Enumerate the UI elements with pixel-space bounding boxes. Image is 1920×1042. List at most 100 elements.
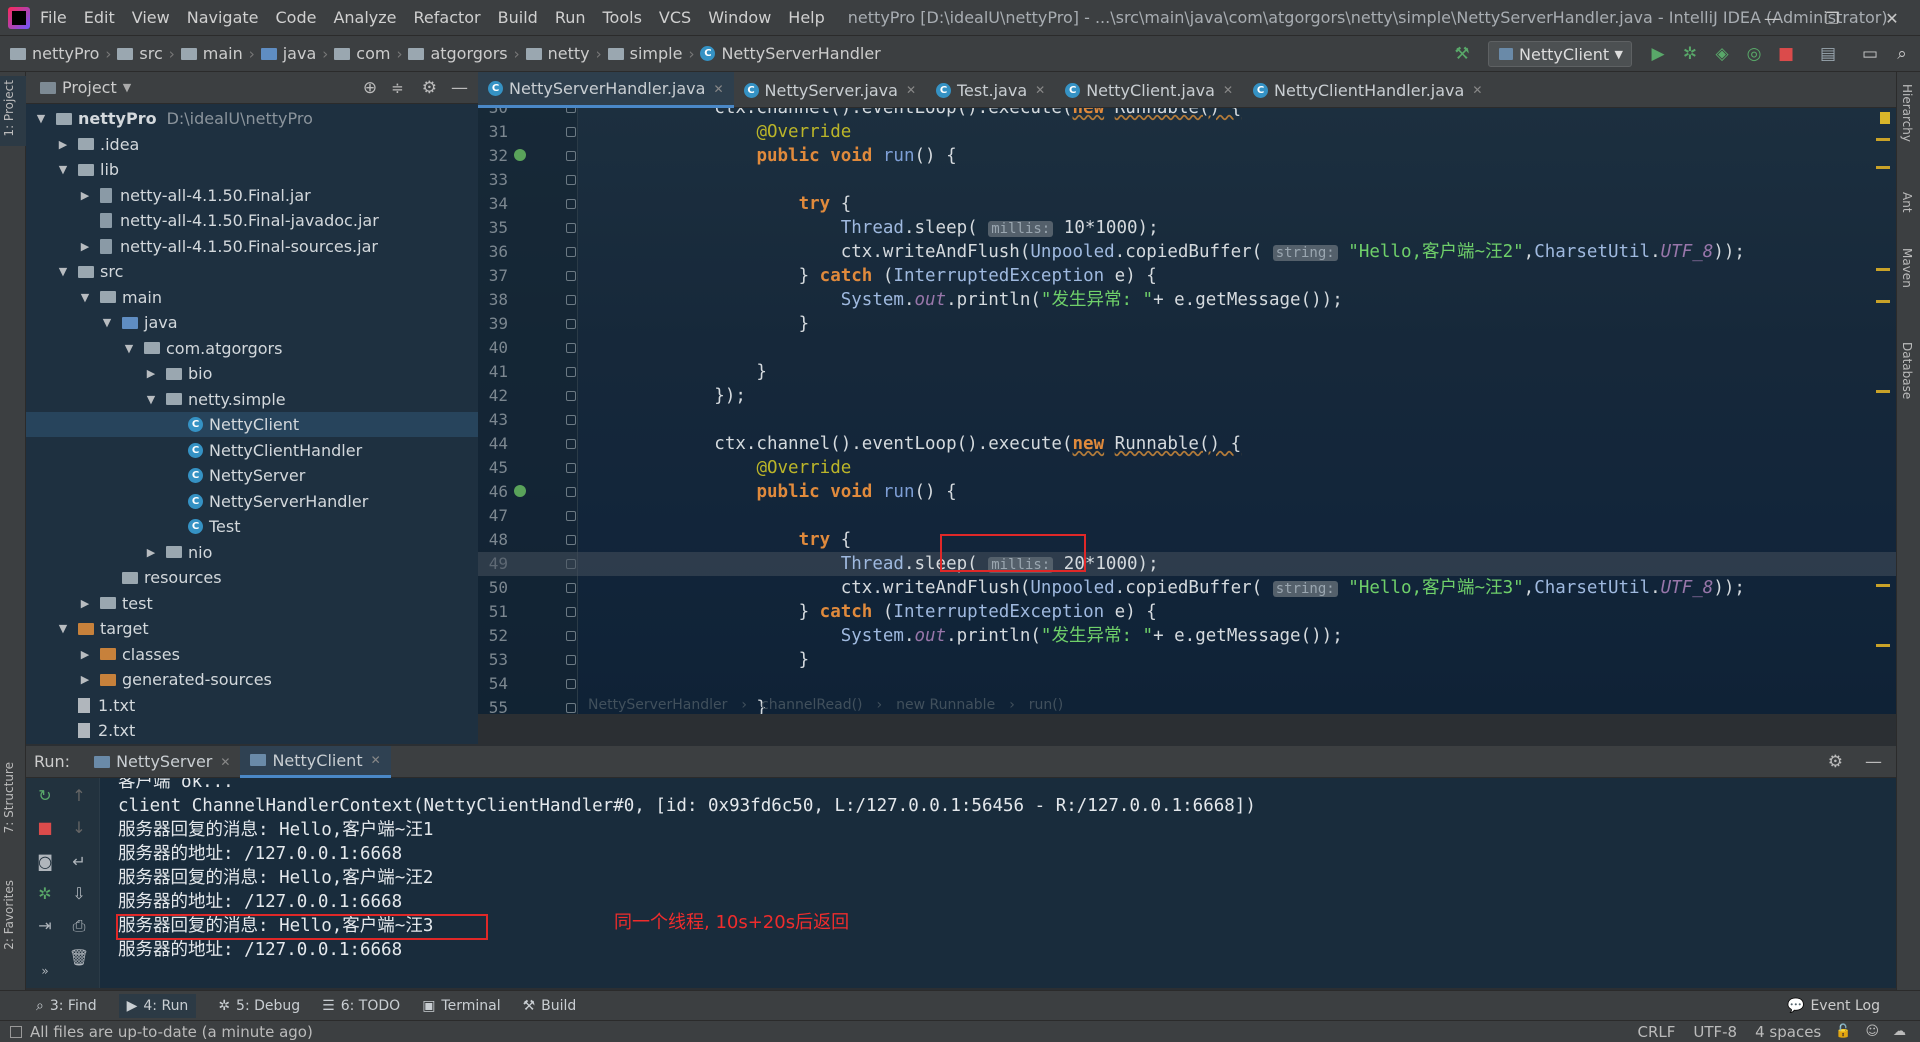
tree-item-lib[interactable]: ▼ lib: [26, 157, 478, 182]
profile-icon[interactable]: ◎: [1744, 44, 1764, 64]
menu-analyze[interactable]: Analyze: [333, 8, 396, 27]
tree-item-netty-all-4-1-50-final-sources-jar[interactable]: ▶ netty-all-4.1.50.Final-sources.jar: [26, 234, 478, 259]
code-line[interactable]: ctx.writeAndFlush(Unpooled.copiedBuffer(…: [478, 576, 1896, 600]
breadcrumb-item[interactable]: netty: [525, 44, 590, 63]
menu-vcs[interactable]: VCS: [659, 8, 691, 27]
warning-stripe-icon[interactable]: [1880, 112, 1890, 124]
hide-panel-icon[interactable]: —: [1865, 752, 1882, 772]
tree-item-nettypro[interactable]: ▼ nettyPro D:\idealU\nettyPro: [26, 106, 478, 131]
tree-item-nettyclienthandler[interactable]: C NettyClientHandler: [26, 438, 478, 463]
tree-item-classes[interactable]: ▶ classes: [26, 642, 478, 667]
collapse-arrow-icon[interactable]: ▶: [56, 138, 70, 151]
tool-build[interactable]: ⚒ Build: [523, 998, 577, 1014]
code-line[interactable]: Thread.sleep( millis: 10*1000);: [478, 216, 1896, 240]
code-line[interactable]: [478, 408, 1896, 432]
tree-item-src[interactable]: ▼ src: [26, 259, 478, 284]
tree-item-netty-simple[interactable]: ▼ netty.simple: [26, 387, 478, 412]
tab-test[interactable]: C Test.java ✕: [926, 72, 1055, 108]
coverage-icon[interactable]: ◈: [1712, 44, 1732, 64]
indent-setting[interactable]: 4 spaces: [1755, 1023, 1821, 1041]
gear-icon[interactable]: ⚙: [1828, 752, 1843, 772]
code-line[interactable]: @Override: [478, 120, 1896, 144]
tree-item-nettyserverhandler[interactable]: C NettyServerHandler: [26, 489, 478, 514]
camera-icon[interactable]: ◙: [34, 852, 56, 874]
menu-build[interactable]: Build: [498, 8, 538, 27]
code-line[interactable]: public void run() {: [478, 144, 1896, 168]
tree-item-test[interactable]: C Test: [26, 514, 478, 539]
code-line[interactable]: } catch (InterruptedException e) {: [478, 600, 1896, 624]
menu-edit[interactable]: Edit: [84, 8, 115, 27]
close-window-button[interactable]: ✕: [1866, 0, 1918, 36]
breadcrumb-item[interactable]: atgorgors: [408, 44, 508, 63]
code-line[interactable]: public void run() {: [478, 480, 1896, 504]
project-structure-icon[interactable]: ▤: [1818, 44, 1838, 64]
close-tab-icon[interactable]: ✕: [1223, 83, 1233, 97]
console-output[interactable]: ↻ ↑ ■ ↓ ◙ ↵ ✲ ⇩ ⇥ ⎙ 🗑 » 客户端 ok... client …: [26, 778, 1896, 988]
code-line[interactable]: }: [478, 648, 1896, 672]
lock-icon[interactable]: 🔓: [1835, 1024, 1851, 1039]
menu-run[interactable]: Run: [555, 8, 586, 27]
tree-item-2-txt[interactable]: 2.txt: [26, 718, 478, 743]
editor-breadcrumb-item[interactable]: NettyServerHandler: [588, 697, 727, 713]
menu-window[interactable]: Window: [708, 8, 771, 27]
expand-arrow-icon[interactable]: ▼: [56, 265, 70, 278]
tree-item--idea[interactable]: ▶ .idea: [26, 132, 478, 157]
collapse-arrow-icon[interactable]: ▶: [78, 648, 92, 661]
project-tool-label[interactable]: 1: Project: [2, 80, 16, 137]
run-tab-nettyclient[interactable]: NettyClient ✕: [240, 745, 391, 778]
editor-breadcrumb-item[interactable]: channelRead(): [761, 697, 863, 713]
maven-tool-label[interactable]: Maven: [1900, 248, 1914, 288]
expand-arrow-icon[interactable]: ▼: [34, 112, 48, 125]
tree-item-target[interactable]: ▼ target: [26, 616, 478, 641]
tree-item-com-atgorgors[interactable]: ▼ com.atgorgors: [26, 336, 478, 361]
layout-icon[interactable]: ▭: [1860, 44, 1880, 64]
run-tab-nettyserver[interactable]: NettyServer ✕: [84, 746, 240, 778]
tree-item-netty-all-4-1-50-final-jar[interactable]: ▶ netty-all-4.1.50.Final.jar: [26, 183, 478, 208]
error-stripe-mark[interactable]: [1876, 390, 1890, 393]
menu-code[interactable]: Code: [276, 8, 317, 27]
exit-icon[interactable]: ⇥: [34, 916, 56, 938]
close-tab-icon[interactable]: ✕: [906, 83, 916, 97]
code-line[interactable]: [478, 672, 1896, 696]
close-tab-icon[interactable]: ✕: [713, 82, 723, 96]
expand-arrow-icon[interactable]: ▼: [100, 316, 114, 329]
collapse-arrow-icon[interactable]: ▶: [78, 189, 92, 202]
print-icon[interactable]: ⎙: [68, 916, 90, 938]
tree-item-bio[interactable]: ▶ bio: [26, 361, 478, 386]
project-panel-title[interactable]: Project: [62, 78, 117, 97]
hide-panel-icon[interactable]: —: [451, 78, 468, 98]
tree-item-netty-all-4-1-50-final-javadoc-jar[interactable]: netty-all-4.1.50.Final-javadoc.jar: [26, 208, 478, 233]
error-stripe-mark[interactable]: [1876, 300, 1890, 303]
stop-icon[interactable]: ■: [34, 818, 56, 840]
menu-navigate[interactable]: Navigate: [187, 8, 259, 27]
gear-icon[interactable]: ⚙: [422, 78, 437, 98]
tool-todo[interactable]: ☰ 6: TODO: [322, 998, 400, 1014]
breadcrumb-item[interactable]: C NettyServerHandler: [700, 44, 881, 63]
code-line[interactable]: ctx.channel().eventLoop().execute(new Ru…: [478, 108, 1896, 120]
chevron-down-icon[interactable]: ▼: [123, 81, 131, 94]
tree-item-a-jpg[interactable]: a.jpg: [26, 744, 478, 745]
tree-item-java[interactable]: ▼ java: [26, 310, 478, 335]
expand-arrow-icon[interactable]: ▼: [122, 342, 136, 355]
code-line[interactable]: try {: [478, 528, 1896, 552]
trash-icon[interactable]: 🗑: [68, 948, 90, 970]
hierarchy-tool-label[interactable]: Hierarchy: [1900, 84, 1914, 142]
code-editor[interactable]: 3031323334353637383940414243444546474849…: [478, 108, 1896, 714]
run-icon[interactable]: ▶: [1648, 44, 1668, 64]
editor-breadcrumb-item[interactable]: new Runnable: [896, 697, 995, 713]
locate-icon[interactable]: ⊕: [363, 78, 377, 98]
run-configuration-select[interactable]: NettyClient ▼: [1488, 41, 1632, 67]
scroll-to-end-icon[interactable]: ⇩: [68, 884, 90, 906]
build-hammer-icon[interactable]: ⚒: [1452, 44, 1472, 64]
debug-restart-icon[interactable]: ✲: [34, 884, 56, 906]
code-line[interactable]: Thread.sleep( millis: 20*1000);: [478, 552, 1896, 576]
menu-file[interactable]: File: [40, 8, 67, 27]
collapse-all-icon[interactable]: ≑: [391, 79, 404, 97]
search-everywhere-icon[interactable]: ⌕: [1892, 44, 1912, 64]
code-line[interactable]: System.out.println("发生异常: "+ e.getMessag…: [478, 288, 1896, 312]
collapse-arrow-icon[interactable]: ▶: [78, 240, 92, 253]
collapse-arrow-icon[interactable]: ▶: [78, 597, 92, 610]
error-stripe-mark[interactable]: [1876, 268, 1890, 271]
tree-item-test[interactable]: ▶ test: [26, 591, 478, 616]
tool-find[interactable]: ⌕ 3: Find: [36, 998, 97, 1014]
